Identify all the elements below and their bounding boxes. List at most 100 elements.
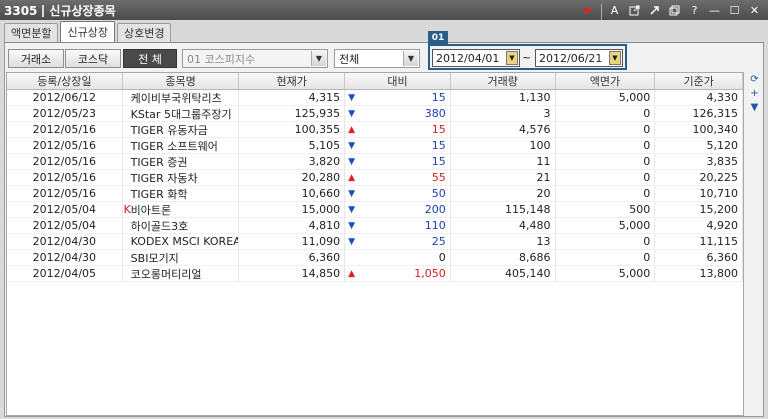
exchange-button[interactable]: 거래소 — [8, 49, 64, 68]
column-header-name[interactable]: 종목명 — [123, 73, 240, 89]
cell-base-price: 100,340 — [655, 122, 743, 137]
tab-bar: 액면분할 신규상장 상호변경 — [4, 21, 173, 42]
cell-volume: 8,686 — [451, 250, 556, 265]
help-icon[interactable]: ? — [685, 2, 704, 18]
table-row[interactable]: 2012/04/30 KODEX MSCI KOREA 11,090 ▼ 25 13 0 11… — [7, 234, 743, 250]
cell-change: ▼ 110 — [345, 218, 451, 233]
maximize-icon[interactable]: ☐ — [725, 2, 744, 18]
close-icon[interactable]: ✕ — [745, 2, 764, 18]
cell-volume: 115,148 — [451, 202, 556, 217]
column-header-volume[interactable]: 거래량 — [451, 73, 556, 89]
chevron-down-icon[interactable]: ▼ — [311, 51, 326, 66]
stock-name: KODEX MSCI KOREA — [130, 235, 240, 248]
up-arrow-icon: ▲ — [348, 124, 355, 135]
cell-change: ▼ 200 — [345, 202, 451, 217]
cell-base-price: 6,360 — [655, 250, 743, 265]
cell-base-price: 3,835 — [655, 154, 743, 169]
change-value: 380 — [424, 107, 446, 120]
table-row[interactable]: 2012/05/16 TIGER 화학 10,660 ▼ 50 20 0 10,710 — [7, 186, 743, 202]
down-arrow-icon: ▼ — [348, 236, 355, 247]
cell-base-price: 20,225 — [655, 170, 743, 185]
column-header-base-price[interactable]: 기준가 — [655, 73, 743, 89]
table-row[interactable]: 2012/05/23 KStar 5대그룹주장기 125,935 ▼ 380 3 0 126,… — [7, 106, 743, 122]
column-header-date[interactable]: 등록/상장일 — [7, 73, 123, 89]
all-market-button[interactable]: 전 체 — [123, 49, 177, 68]
table-row[interactable]: 2012/05/16 TIGER 자동차 20,280 ▲ 55 21 0 20,225 — [7, 170, 743, 186]
stock-name: TIGER 자동차 — [130, 171, 198, 185]
cell-price: 6,360 — [239, 250, 346, 265]
cell-change: ▲ 15 — [345, 122, 451, 137]
refresh-icon[interactable]: ⟳ — [748, 73, 761, 86]
cell-date: 2012/04/05 — [7, 266, 123, 281]
cell-price: 5,105 — [239, 138, 346, 153]
cell-face-value: 5,000 — [556, 90, 656, 105]
type-select[interactable]: 전체 ▼ — [334, 49, 420, 68]
cell-date: 2012/05/16 — [7, 170, 123, 185]
cell-base-price: 5,120 — [655, 138, 743, 153]
date-separator: ~ — [522, 51, 532, 64]
kosdaq-button[interactable]: 코스닥 — [65, 49, 121, 68]
start-date-field[interactable]: 2012/04/01 ▼ — [432, 49, 520, 67]
end-date-field[interactable]: 2012/06/21 ▼ — [535, 49, 623, 67]
minimize-icon[interactable]: — — [705, 2, 724, 18]
calendar-dropdown-icon[interactable]: ▼ — [506, 51, 518, 65]
window-icon[interactable] — [665, 2, 684, 18]
stock-name: 비아트론 — [130, 203, 172, 217]
export-icon[interactable] — [625, 2, 644, 18]
cell-volume: 13 — [451, 234, 556, 249]
tab-new-listing[interactable]: 신규상장 — [60, 21, 115, 42]
add-icon[interactable]: + — [748, 87, 761, 100]
down-arrow-icon: ▼ — [348, 204, 355, 215]
table-row[interactable]: 2012/04/30 SBI모기지 6,360 0 8,686 0 6,360 — [7, 250, 743, 266]
cell-price: 125,935 — [239, 106, 346, 121]
change-value: 15 — [431, 139, 446, 152]
table-row[interactable]: 2012/05/04 하이골드3호 4,810 ▼ 110 4,480 5,000 4,920 — [7, 218, 743, 234]
cell-name: TIGER 자동차 — [123, 170, 240, 185]
tab-name-change[interactable]: 상호변경 — [116, 23, 172, 42]
stock-name: TIGER 화학 — [130, 187, 188, 201]
cell-name: TIGER 화학 — [123, 186, 240, 201]
cell-volume: 4,576 — [451, 122, 556, 137]
table-row[interactable]: 2012/06/12 케이비부국위탁리츠 4,315 ▼ 15 1,130 5,000 4,3… — [7, 90, 743, 106]
table-row[interactable]: 2012/04/05 코오롱머티리얼 14,850 ▲ 1,050 405,140 5,00… — [7, 266, 743, 282]
down-arrow-icon: ▼ — [348, 92, 355, 103]
start-date-value: 2012/04/01 — [436, 51, 500, 65]
cell-face-value: 0 — [556, 106, 656, 121]
cell-face-value: 0 — [556, 186, 656, 201]
chevron-down-icon[interactable]: ▼ — [403, 51, 418, 66]
table-row[interactable]: 2012/05/16 TIGER 유동자금 100,355 ▲ 15 4,576 0 100,… — [7, 122, 743, 138]
cell-name: TIGER 소프트웨어 — [123, 138, 240, 153]
link-icon[interactable] — [645, 2, 664, 18]
cell-volume: 11 — [451, 154, 556, 169]
cell-volume: 1,130 — [451, 90, 556, 105]
table-row[interactable]: 2012/05/16 TIGER 증권 3,820 ▼ 15 11 0 3,835 — [7, 154, 743, 170]
kosdaq-mark: K — [123, 203, 131, 216]
end-date-value: 2012/06/21 — [539, 51, 603, 65]
column-header-face-value[interactable]: 액면가 — [556, 73, 656, 89]
table-row[interactable]: 2012/05/16 TIGER 소프트웨어 5,105 ▼ 15 100 0 5,120 — [7, 138, 743, 154]
cell-price: 15,000 — [239, 202, 346, 217]
column-header-price[interactable]: 현재가 — [239, 73, 346, 89]
cell-price: 10,660 — [239, 186, 346, 201]
cell-face-value: 5,000 — [556, 266, 656, 281]
table-header: 등록/상장일 종목명 현재가 대비 거래량 액면가 기준가 — [7, 73, 743, 90]
column-header-change[interactable]: 대비 — [345, 73, 451, 89]
play-icon[interactable]: ▶ — [579, 2, 598, 18]
calendar-dropdown-icon[interactable]: ▼ — [609, 51, 621, 65]
table-body: 2012/06/12 케이비부국위탁리츠 4,315 ▼ 15 1,130 5,000 4,3… — [7, 90, 743, 282]
cell-volume: 21 — [451, 170, 556, 185]
up-arrow-icon: ▲ — [348, 172, 355, 183]
cell-face-value: 5,000 — [556, 218, 656, 233]
down-arrow-icon: ▼ — [348, 220, 355, 231]
cell-base-price: 11,115 — [655, 234, 743, 249]
cell-date: 2012/05/16 — [7, 154, 123, 169]
font-icon[interactable]: A — [605, 2, 624, 18]
cell-change: ▼ 15 — [345, 138, 451, 153]
cell-face-value: 0 — [556, 138, 656, 153]
cell-base-price: 13,800 — [655, 266, 743, 281]
cell-change: ▼ 15 — [345, 154, 451, 169]
table-row[interactable]: 2012/05/04 K 비아트론 15,000 ▼ 200 115,148 500 15,20… — [7, 202, 743, 218]
scroll-down-icon[interactable]: ▼ — [748, 101, 761, 114]
tab-split[interactable]: 액면분할 — [4, 23, 59, 42]
index-select[interactable]: 01 코스피지수 ▼ — [182, 49, 328, 68]
